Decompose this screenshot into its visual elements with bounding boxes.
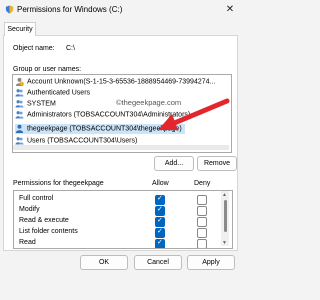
scrollbar-thumb[interactable] — [224, 200, 227, 232]
window-title: Permissions for Windows (C:) — [17, 5, 123, 14]
add-button[interactable]: Add... — [154, 156, 194, 171]
cancel-button[interactable]: Cancel — [134, 255, 182, 270]
deny-checkbox[interactable] — [197, 206, 207, 216]
allow-checkbox[interactable] — [155, 227, 165, 238]
table-row: Modify — [14, 205, 219, 216]
users-icon — [15, 100, 24, 108]
table-row: Read — [14, 238, 219, 248]
users-icon — [15, 111, 24, 119]
users-icon — [15, 137, 24, 145]
close-button[interactable]: ✕ — [222, 2, 238, 18]
permissions-label: Permissions for thegeekpage — [13, 180, 104, 187]
tab-security[interactable]: Security — [4, 22, 36, 36]
list-item-label: Authenticated Users — [27, 89, 91, 97]
deny-column-header: Deny — [194, 180, 211, 187]
permission-name: List folder contents — [19, 228, 78, 235]
shield-icon — [5, 5, 14, 14]
table-row: Read & execute — [14, 216, 219, 227]
arrow-annotation-icon — [158, 98, 230, 130]
list-item-label: SYSTEM — [27, 100, 56, 108]
list-item-label: Account Unknown(S-1-15-3-65536-188895446… — [27, 78, 216, 86]
list-item-label: Users (TOBSACCOUNT304\Users) — [27, 137, 138, 145]
deny-checkbox[interactable] — [197, 217, 207, 227]
permission-name: Modify — [19, 206, 40, 213]
deny-checkbox[interactable] — [197, 239, 207, 248]
list-item[interactable]: SYSTEM — [15, 99, 56, 109]
ok-button[interactable]: OK — [80, 255, 128, 270]
remove-button[interactable]: Remove — [197, 156, 237, 171]
deny-checkbox[interactable] — [197, 228, 207, 238]
permission-name: Read — [19, 239, 36, 246]
object-name-label: Object name: — [13, 45, 55, 52]
unknown-user-icon: ? — [15, 77, 24, 86]
object-name-value: C:\ — [66, 45, 75, 52]
user-icon — [15, 124, 24, 133]
scroll-down-icon[interactable]: ▼ — [222, 240, 227, 246]
permission-name: Read & execute — [19, 217, 69, 224]
users-icon — [15, 89, 24, 97]
deny-checkbox[interactable] — [197, 195, 207, 205]
permission-name: Full control — [19, 195, 54, 202]
list-item[interactable]: Authenticated Users — [15, 88, 90, 98]
allow-checkbox[interactable] — [155, 205, 165, 216]
horizontal-scrollbar[interactable] — [13, 145, 229, 150]
table-row: List folder contents — [14, 227, 219, 238]
list-item[interactable]: ? Account Unknown(S-1-15-3-65536-18889544… — [15, 77, 215, 87]
allow-checkbox[interactable] — [155, 216, 165, 227]
allow-column-header: Allow — [152, 180, 169, 187]
table-row: Full control — [14, 194, 219, 205]
allow-checkbox[interactable] — [155, 238, 165, 248]
scroll-up-icon[interactable]: ▲ — [222, 192, 227, 198]
permissions-table: Full control Modify Read & execute List … — [13, 190, 233, 249]
allow-checkbox[interactable] — [155, 194, 165, 205]
apply-button[interactable]: Apply — [187, 255, 235, 270]
group-or-user-names-label: Group or user names: — [13, 66, 82, 73]
